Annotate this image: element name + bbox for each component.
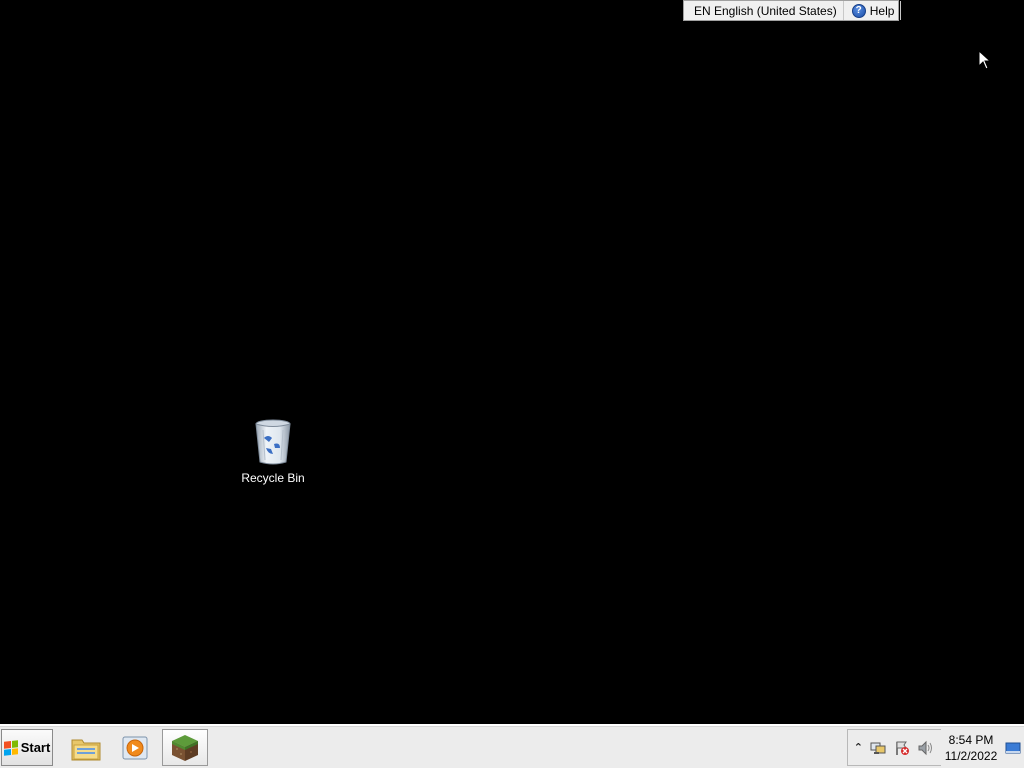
- help-icon: ?: [851, 3, 866, 18]
- taskbar-minecraft[interactable]: [162, 729, 208, 766]
- clock-time: 8:54 PM: [948, 732, 994, 747]
- recycle-bin-icon: [254, 418, 292, 466]
- system-tray: ⌃: [847, 729, 941, 766]
- taskbar-clock[interactable]: 8:54 PM 11/2/2022: [941, 729, 1001, 766]
- clock-date: 11/2/2022: [944, 748, 998, 763]
- language-selector[interactable]: EN English (United States): [684, 1, 844, 20]
- taskbar-media-player[interactable]: [112, 729, 158, 766]
- show-desktop-button[interactable]: [1002, 729, 1024, 766]
- recycle-bin-shortcut[interactable]: Recycle Bin: [236, 418, 310, 485]
- recycle-bin-label: Recycle Bin: [241, 471, 305, 485]
- chevron-down-icon: ▾: [901, 9, 905, 17]
- taskbar: Start ⌃ 8:54 PM 11/2/2022: [0, 724, 1024, 768]
- minecraft-grass-block-icon: [172, 734, 198, 761]
- taskbar-file-explorer[interactable]: [63, 729, 109, 766]
- desktop: EN English (United States) ? Help ▴ ▾ Re…: [0, 0, 1024, 724]
- folder-icon: [71, 739, 101, 760]
- language-bar-options-button[interactable]: ▴ ▾: [901, 4, 905, 17]
- start-button[interactable]: Start: [1, 729, 53, 766]
- start-label: Start: [20, 740, 51, 755]
- network-icon[interactable]: [870, 740, 886, 756]
- mouse-cursor-icon: [978, 49, 992, 70]
- language-bar: EN English (United States) ? Help ▴ ▾: [683, 0, 905, 21]
- show-desktop-icon: [1005, 742, 1021, 753]
- volume-icon[interactable]: [917, 740, 935, 756]
- media-player-icon: [122, 736, 148, 759]
- action-center-flag-icon[interactable]: [894, 740, 910, 756]
- show-hidden-icons-button[interactable]: ⌃: [854, 741, 863, 754]
- help-label: Help: [869, 3, 895, 18]
- windows-logo-icon: [3, 739, 18, 756]
- help-button[interactable]: ? Help: [844, 1, 902, 20]
